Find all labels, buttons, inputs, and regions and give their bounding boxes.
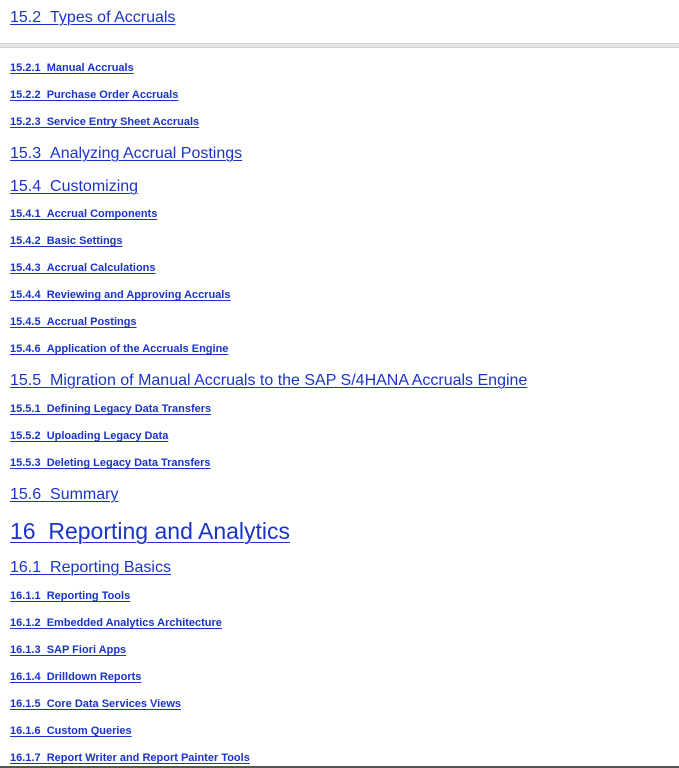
- toc-entry-15-2-2[interactable]: 15.2.2 Purchase Order Accruals: [10, 90, 178, 101]
- section-divider: [0, 43, 679, 48]
- toc-entry-15-5-2[interactable]: 15.5.2 Uploading Legacy Data: [10, 431, 168, 442]
- toc-entry-15-2-1[interactable]: 15.2.1 Manual Accruals: [10, 63, 134, 74]
- toc-entry-16-1-7[interactable]: 16.1.7 Report Writer and Report Painter …: [10, 753, 250, 764]
- toc-entry-16-1[interactable]: 16.1 Reporting Basics: [10, 560, 171, 576]
- toc-entry-16-1-3[interactable]: 16.1.3 SAP Fiori Apps: [10, 645, 126, 656]
- toc-entry-16[interactable]: 16 Reporting and Analytics: [10, 520, 290, 543]
- toc-entry-16-1-1[interactable]: 16.1.1 Reporting Tools: [10, 591, 130, 602]
- toc-entry-16-1-4[interactable]: 16.1.4 Drilldown Reports: [10, 672, 141, 683]
- toc-entry-15-5-3[interactable]: 15.5.3 Deleting Legacy Data Transfers: [10, 458, 211, 469]
- toc-entry-15-4-5[interactable]: 15.4.5 Accrual Postings: [10, 317, 137, 328]
- toc-entry-15-5[interactable]: 15.5 Migration of Manual Accruals to the…: [10, 373, 527, 389]
- toc-entry-15-2-3[interactable]: 15.2.3 Service Entry Sheet Accruals: [10, 117, 199, 128]
- toc-entry-15-2[interactable]: 15.2 Types of Accruals: [10, 10, 175, 26]
- toc-entry-15-4-6[interactable]: 15.4.6 Application of the Accruals Engin…: [10, 344, 228, 355]
- toc-entry-16-1-6[interactable]: 16.1.6 Custom Queries: [10, 726, 132, 737]
- toc-page: 15.2 Types of Accruals 15.2.1 Manual Accr…: [0, 0, 679, 768]
- toc-entry-15-5-1[interactable]: 15.5.1 Defining Legacy Data Transfers: [10, 404, 211, 415]
- toc-entry-15-3[interactable]: 15.3 Analyzing Accrual Postings: [10, 146, 242, 162]
- toc-entry-15-4-1[interactable]: 15.4.1 Accrual Components: [10, 209, 157, 220]
- toc-entry-15-6[interactable]: 15.6 Summary: [10, 487, 118, 503]
- toc-entry-15-4-4[interactable]: 15.4.4 Reviewing and Approving Accruals: [10, 290, 230, 301]
- toc-entry-15-4-3[interactable]: 15.4.3 Accrual Calculations: [10, 263, 156, 274]
- toc-entry-16-1-2[interactable]: 16.1.2 Embedded Analytics Architecture: [10, 618, 222, 629]
- toc-entry-15-4-2[interactable]: 15.4.2 Basic Settings: [10, 236, 123, 247]
- toc-entry-15-4[interactable]: 15.4 Customizing: [10, 179, 138, 195]
- toc-entry-16-1-5[interactable]: 16.1.5 Core Data Services Views: [10, 699, 181, 710]
